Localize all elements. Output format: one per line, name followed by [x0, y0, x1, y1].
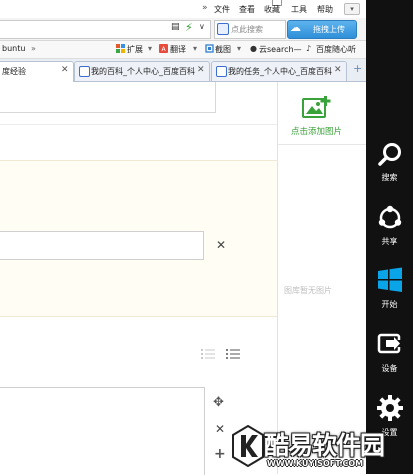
- extension-icon: [116, 44, 125, 53]
- bookmarks-overflow-chevron[interactable]: »: [31, 44, 36, 53]
- close-icon[interactable]: ✕: [216, 238, 226, 252]
- baidu-paw-icon: [216, 66, 227, 77]
- menu-tools[interactable]: 工具: [291, 4, 307, 15]
- upload-button-label: 拖拽上传: [313, 25, 345, 34]
- search-engine-icon[interactable]: [217, 23, 229, 35]
- tab-label: 我的百科_个人中心_百度百科: [91, 67, 195, 76]
- toolbar-screenshot[interactable]: 截图: [215, 44, 231, 55]
- menu-bar: [0, 0, 366, 18]
- chevron-down-icon[interactable]: ▾: [193, 44, 197, 53]
- cloud-search-icon: ●: [250, 44, 257, 53]
- toolbar-baidu-music[interactable]: 百度随心听: [316, 44, 356, 55]
- toolbar-cloud-search[interactable]: 云search—: [259, 44, 302, 55]
- close-icon[interactable]: ✕: [215, 422, 225, 436]
- share-icon[interactable]: [376, 204, 404, 232]
- menu-extra-button[interactable]: ▾: [344, 3, 360, 15]
- watermark-url: WWW.KUYISOFT.COM: [267, 459, 364, 468]
- devices-icon[interactable]: [376, 330, 404, 358]
- close-icon[interactable]: ✕: [61, 65, 69, 75]
- chevron-down-icon[interactable]: ▾: [237, 44, 241, 53]
- text-input-field[interactable]: [0, 231, 204, 260]
- menu-file[interactable]: 文件: [214, 4, 230, 15]
- gallery-empty-message: 图库暂无图片: [284, 286, 332, 295]
- image-gallery-panel: [277, 82, 367, 474]
- menu-overflow-chevron[interactable]: »: [202, 3, 208, 13]
- title-input-box[interactable]: [0, 82, 216, 113]
- translate-icon: A: [159, 44, 168, 53]
- menu-view[interactable]: 查看: [239, 4, 255, 15]
- step-editor[interactable]: [0, 387, 205, 475]
- divider: [0, 124, 277, 125]
- charm-start-label: 开始: [381, 300, 398, 309]
- settings-icon[interactable]: [376, 394, 404, 422]
- close-icon[interactable]: ✕: [334, 65, 342, 75]
- screenshot-icon: [205, 44, 214, 53]
- windows-start-icon[interactable]: [376, 266, 404, 294]
- new-tab-button[interactable]: +: [353, 62, 362, 75]
- close-icon[interactable]: ✕: [197, 65, 205, 75]
- watermark-text: 酷易软件园: [264, 431, 385, 460]
- cloud-upload-icon: ☁: [290, 21, 301, 34]
- toolbar-translate[interactable]: 翻译: [170, 44, 186, 55]
- move-icon[interactable]: ✥: [213, 395, 224, 410]
- compat-mode-icon[interactable]: ▤: [171, 22, 181, 32]
- search-icon[interactable]: [376, 141, 404, 169]
- add-image-icon[interactable]: [302, 95, 332, 121]
- baidu-paw-icon: [79, 66, 90, 77]
- chevron-down-icon[interactable]: ▾: [148, 44, 152, 53]
- tab-label: 我的任务_个人中心_百度百科: [228, 67, 332, 76]
- divider: [278, 144, 366, 145]
- unordered-list-icon[interactable]: [226, 348, 240, 360]
- tab-label: 度经验: [2, 67, 26, 76]
- toolbar-extensions[interactable]: 扩展: [127, 44, 143, 55]
- chevron-down-icon[interactable]: ∨: [199, 22, 205, 31]
- watermark-logo-icon: [232, 425, 264, 467]
- add-image-link[interactable]: 点击添加图片: [291, 125, 342, 137]
- speed-mode-icon[interactable]: ⚡: [185, 21, 193, 34]
- search-placeholder: 点此搜索: [231, 25, 263, 34]
- menu-favorites[interactable]: 收藏: [264, 4, 280, 15]
- charm-share-label: 共享: [381, 237, 398, 246]
- bookmark-ubuntu[interactable]: buntu: [2, 44, 25, 53]
- menu-help[interactable]: 帮助: [317, 4, 333, 15]
- music-note-icon: ♪: [306, 44, 312, 53]
- ordered-list-icon[interactable]: [201, 348, 215, 360]
- add-step-icon[interactable]: +: [214, 446, 226, 462]
- charm-devices-label: 设备: [381, 364, 398, 373]
- charm-search-label: 搜索: [381, 173, 398, 182]
